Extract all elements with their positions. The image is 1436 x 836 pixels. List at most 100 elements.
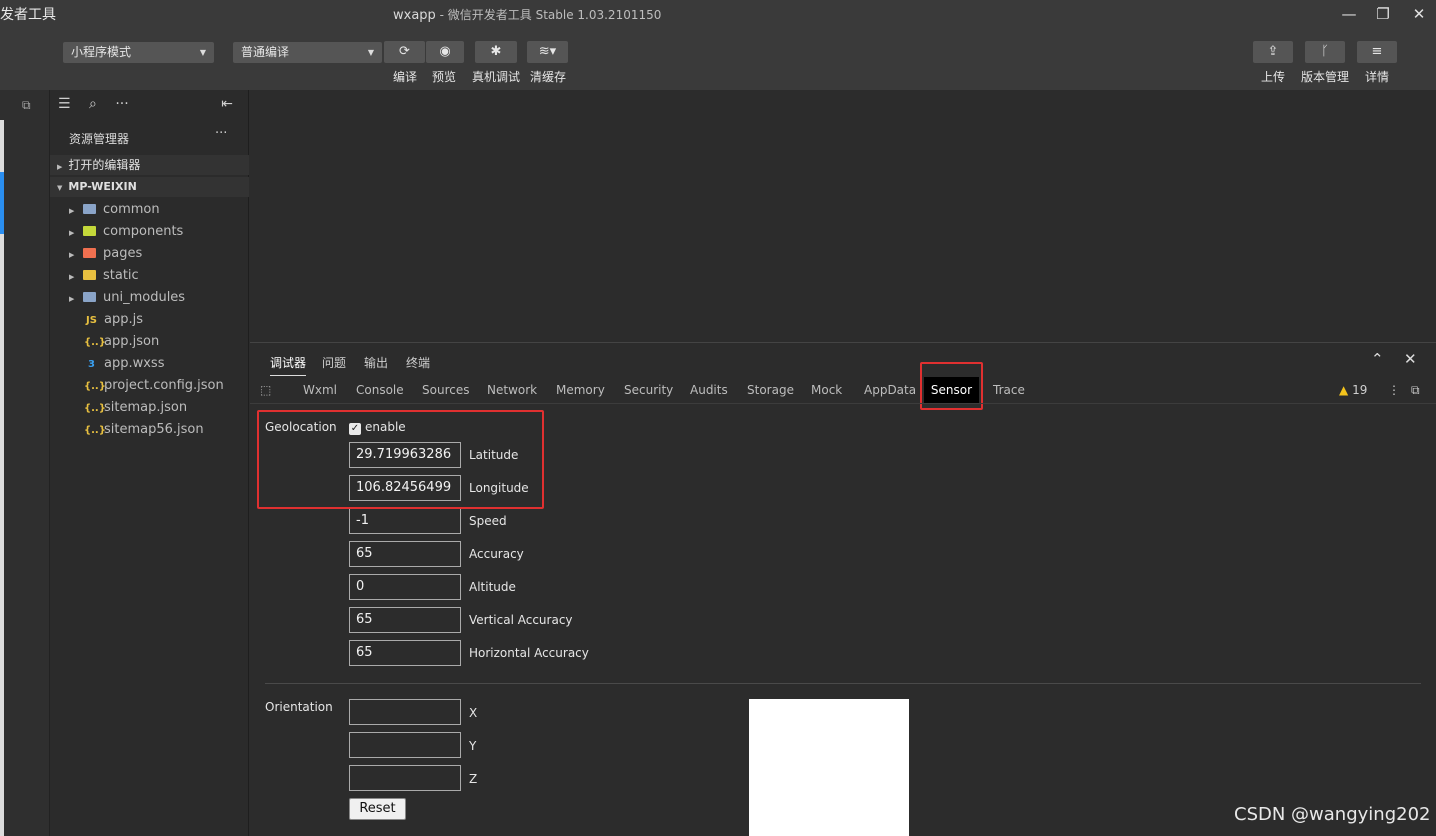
orientation-input[interactable] [349,732,461,758]
search-icon[interactable]: ⌕ [89,96,97,112]
file-item[interactable]: {..}sitemap56.json [84,420,204,440]
geo-label: Horizontal Accuracy [469,646,589,660]
project-root-label: MP-WEIXIN [68,180,137,193]
upload-button[interactable]: ⇪ [1253,41,1293,63]
file-name: project.config.json [104,378,224,393]
file-item[interactable]: 3 app.wxss [84,354,164,374]
geo-input[interactable]: 65 [349,607,461,633]
mode-select-value: 小程序模式 [71,45,132,59]
real-debug-button[interactable]: ✱ [475,41,517,63]
folder-item[interactable]: ▶ common [69,200,160,220]
folder-item[interactable]: ▶ static [69,266,139,286]
editor-area [250,90,1436,342]
panel-tab-mock[interactable]: Mock [811,383,842,397]
folder-name: uni_modules [103,290,186,305]
panel-tab-wxml[interactable]: Wxml [303,383,337,397]
clear-cache-label: 清缓存 [530,70,567,84]
orientation-preview [749,699,909,836]
warnings-badge[interactable]: ▲ 19 [1339,383,1367,397]
explorer-title: 资源管理器 [69,132,130,146]
preview-button[interactable]: ◉ [426,41,464,63]
chevron-right-icon: ▶ [69,229,75,237]
file-name: sitemap56.json [104,422,204,437]
version-button[interactable]: ᚴ [1305,41,1345,63]
compile-label: 编译 [393,70,418,84]
orientation-axis-label: Z [469,772,478,786]
close-window-button[interactable]: ✕ [1404,2,1434,26]
orientation-input[interactable] [349,699,461,725]
compile-button[interactable]: ⟳ [384,41,425,63]
inspect-cursor-icon[interactable]: ⬚ [260,383,271,397]
compile-mode-select[interactable]: 普通编译 ▼ [233,42,382,63]
kebab-menu-icon[interactable]: ⋮ [1388,383,1400,397]
explorer-more-button[interactable]: ··· [215,126,227,141]
file-item[interactable]: {..}app.json [84,332,159,352]
refresh-icon: ⟳ [399,44,410,59]
project-root-section[interactable]: ▼ MP-WEIXIN [50,177,249,197]
minimize-button[interactable]: — [1334,2,1364,26]
geo-label: Speed [469,514,507,528]
geo-label: Altitude [469,580,516,594]
window-title: wxapp - 微信开发者工具 Stable 1.03.2101150 [393,6,661,23]
list-icon[interactable]: ☰ [58,96,71,112]
reset-button[interactable]: Reset [349,798,406,820]
geo-input[interactable]: 0 [349,574,461,600]
panel-separator [250,403,1436,404]
panel-tab-network[interactable]: Network [487,383,537,397]
file-name: app.wxss [104,356,165,371]
tab-terminal[interactable]: 终端 [406,354,430,371]
orientation-input[interactable] [349,765,461,791]
tab-output[interactable]: 输出 [364,354,388,371]
file-item[interactable]: {..}sitemap.json [84,398,187,418]
chevron-down-icon: ▼ [57,184,63,192]
panel-tab-console[interactable]: Console [356,383,404,397]
panel-tab-sources[interactable]: Sources [422,383,469,397]
geo-input[interactable]: 65 [349,640,461,666]
compile-select-value: 普通编译 [241,45,290,59]
more-icon[interactable]: ··· [115,96,128,112]
collapse-sidebar-icon[interactable]: ⇤ [221,96,233,112]
geo-input[interactable]: -1 [349,508,461,534]
chevron-right-icon: ▶ [69,295,75,303]
folder-name: static [103,268,139,283]
panel-tab-audits[interactable]: Audits [690,383,728,397]
maximize-button[interactable]: ❐ [1368,2,1398,26]
orientation-axis-label: Y [469,739,477,753]
panel-tab-storage[interactable]: Storage [747,383,794,397]
mode-select[interactable]: 小程序模式 ▼ [63,42,214,63]
geo-label: Accuracy [469,547,524,561]
tab-problems[interactable]: 问题 [322,354,346,371]
branch-icon: ᚴ [1321,44,1329,59]
open-editors-section[interactable]: ▶ 打开的编辑器 [50,155,249,175]
panel-tab-appdata[interactable]: AppData [864,383,916,397]
chevron-up-icon[interactable]: ⌃ [1371,350,1384,368]
file-item[interactable]: {..}project.config.json [84,376,224,396]
file-icon: JS [86,315,97,326]
folder-item[interactable]: ▶ components [69,222,183,242]
layers-icon: ≋▾ [538,44,557,59]
orientation-axis-label: X [469,706,478,720]
geo-input[interactable]: 65 [349,541,461,567]
dock-icon[interactable]: ⧉ [1411,383,1420,398]
panel-tab-security[interactable]: Security [624,383,673,397]
chevron-right-icon: ▶ [57,163,63,171]
folder-icon [83,248,96,258]
orientation-label: Orientation [265,700,333,714]
upload-icon: ⇪ [1267,44,1279,59]
bug-icon: ✱ [490,44,502,59]
panel-tab-trace[interactable]: Trace [993,383,1025,397]
chevron-right-icon: ▶ [69,273,75,281]
file-icon: {..} [84,403,106,414]
file-item[interactable]: JS app.js [84,310,143,330]
popout-icon[interactable]: ⧉ [22,98,31,113]
close-icon[interactable]: ✕ [1404,350,1417,368]
simulator-strip [0,90,50,836]
folder-item[interactable]: ▶ uni_modules [69,288,185,308]
details-button[interactable]: ≡ [1357,41,1397,63]
folder-item[interactable]: ▶ pages [69,244,142,264]
tab-debugger[interactable]: 调试器 [270,354,307,376]
clear-cache-button[interactable]: ≋▾ [527,41,568,63]
file-icon: 3 [88,359,95,370]
file-icon: {..} [84,381,106,392]
panel-tab-memory[interactable]: Memory [556,383,605,397]
